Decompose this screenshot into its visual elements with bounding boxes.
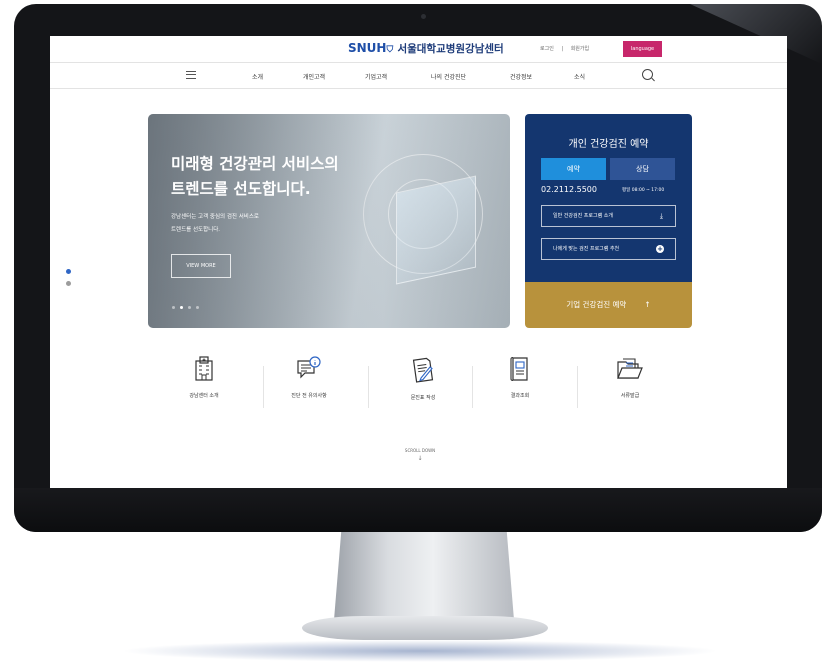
search-icon[interactable] bbox=[642, 69, 653, 80]
program-recommend-label: 나에게 맞는 검진 프로그램 추천 bbox=[553, 246, 620, 252]
quick-link-results[interactable]: 결과조회 bbox=[470, 356, 570, 399]
slider-dot[interactable] bbox=[172, 306, 175, 309]
program-recommend-button[interactable]: 나에게 맞는 검진 프로그램 추천 + bbox=[541, 238, 676, 260]
program-intro-button[interactable]: 일반 건강검진 프로그램 소개 ⤓ bbox=[541, 205, 676, 227]
arrow-down-icon: ↓ bbox=[417, 455, 423, 462]
quick-link-label: 진단 전 유의사항 bbox=[291, 393, 327, 399]
camera-icon bbox=[421, 14, 426, 19]
monitor-shadow bbox=[120, 640, 720, 662]
slider-dot-active[interactable] bbox=[180, 306, 183, 309]
hero-subtitle: 강남센터는 고객 중심의 검진 서비스로 트렌드를 선도합니다. bbox=[171, 211, 259, 237]
monitor-mockup: SNUH⛉ 서울대학교병원강남센터 로그인 | 회원가입 language 소개… bbox=[0, 0, 824, 670]
section-pagination bbox=[66, 269, 71, 293]
nav-item-intro[interactable]: 소개 bbox=[252, 72, 263, 81]
site-topbar: SNUH⛉ 서울대학교병원강남센터 로그인 | 회원가입 language bbox=[50, 36, 787, 62]
document-pen-icon bbox=[412, 357, 434, 383]
login-link[interactable]: 로그인 bbox=[540, 46, 554, 52]
tab-reserve[interactable]: 예약 bbox=[541, 158, 606, 180]
monitor-chin bbox=[14, 488, 822, 532]
quick-link-center-intro[interactable]: 강남센터 소개 bbox=[154, 356, 254, 399]
signup-link[interactable]: 회원가입 bbox=[571, 46, 589, 52]
scroll-down-label: SCROLL DOWN bbox=[404, 448, 436, 453]
site-logo[interactable]: SNUH⛉ 서울대학교병원강남센터 bbox=[348, 41, 504, 56]
phone-number: 02.2112.5500 bbox=[541, 185, 597, 194]
folder-document-icon bbox=[617, 358, 643, 379]
corporate-reservation-label: 기업 건강검진 예약 bbox=[566, 300, 627, 309]
language-button[interactable]: language bbox=[623, 41, 662, 57]
monitor-stand-base bbox=[302, 616, 548, 640]
program-intro-label: 일반 건강검진 프로그램 소개 bbox=[553, 213, 613, 219]
building-icon bbox=[195, 356, 213, 381]
nav-item-health-info[interactable]: 건강정보 bbox=[510, 72, 532, 81]
tab-consult[interactable]: 상담 bbox=[610, 158, 675, 180]
quick-divider bbox=[368, 366, 369, 408]
quick-link-precautions[interactable]: 진단 전 유의사항 bbox=[259, 356, 359, 399]
hamburger-menu-icon[interactable] bbox=[186, 71, 196, 79]
hero-slider-dots bbox=[172, 294, 204, 313]
quick-link-label: 서류발급 bbox=[620, 393, 640, 399]
slider-dot[interactable] bbox=[188, 306, 191, 309]
arrow-up-icon: ↑ bbox=[644, 300, 651, 309]
corporate-reservation-button[interactable]: 기업 건강검진 예약 ↑ bbox=[525, 282, 692, 328]
nav-item-news[interactable]: 소식 bbox=[574, 72, 585, 81]
quick-link-questionnaire[interactable]: 문진표 작성 bbox=[373, 356, 473, 401]
quick-link-label: 결과조회 bbox=[510, 393, 530, 399]
result-scroll-icon bbox=[510, 356, 528, 382]
util-divider: | bbox=[561, 46, 564, 52]
logo-brand: SNUH bbox=[348, 41, 387, 55]
section-dot[interactable] bbox=[66, 281, 71, 286]
hero-subtitle-line: 트렌드를 선도합니다. bbox=[171, 227, 221, 233]
monitor-stand-neck bbox=[334, 532, 514, 620]
section-dot-active[interactable] bbox=[66, 269, 71, 274]
nav-item-my-checkup[interactable]: 나의 건강진단 bbox=[431, 72, 466, 81]
reservation-panel-top: 개인 건강검진 예약 예약 상담 02.2112.5500 평일 08:00 ~… bbox=[525, 114, 692, 282]
logo-text: 서울대학교병원강남센터 bbox=[397, 43, 504, 55]
plus-circle-icon: + bbox=[656, 245, 664, 253]
hero-title: 미래형 건강관리 서비스의 트렌드를 선도합니다. bbox=[171, 152, 339, 202]
reservation-panel: 개인 건강검진 예약 예약 상담 02.2112.5500 평일 08:00 ~… bbox=[525, 114, 692, 328]
quick-link-label: 문진표 작성 bbox=[410, 395, 436, 401]
nav-item-personal[interactable]: 개인고객 bbox=[303, 72, 325, 81]
scroll-down-indicator[interactable]: SCROLL DOWN ↓ bbox=[390, 448, 450, 462]
quick-divider bbox=[577, 366, 578, 408]
office-hours: 평일 08:00 ~ 17:00 bbox=[622, 188, 665, 193]
hero-banner: 미래형 건강관리 서비스의 트렌드를 선도합니다. 강남센터는 고객 중심의 검… bbox=[148, 114, 510, 328]
quick-link-documents[interactable]: 서류발급 bbox=[580, 356, 680, 399]
hero-title-line: 트렌드를 선도합니다. bbox=[171, 180, 311, 198]
download-icon: ⤓ bbox=[659, 212, 663, 220]
reservation-title: 개인 건강검진 예약 bbox=[568, 139, 649, 150]
slider-dot[interactable] bbox=[196, 306, 199, 309]
utility-links: 로그인 | 회원가입 bbox=[540, 45, 595, 52]
hero-title-line: 미래형 건강관리 서비스의 bbox=[171, 155, 339, 173]
hero-subtitle-line: 강남센터는 고객 중심의 검진 서비스로 bbox=[171, 214, 259, 220]
shield-logo-icon: ⛉ bbox=[386, 45, 394, 55]
website-screen: SNUH⛉ 서울대학교병원강남센터 로그인 | 회원가입 language 소개… bbox=[50, 36, 787, 488]
view-more-button[interactable]: VIEW MORE bbox=[171, 254, 231, 278]
info-chat-icon bbox=[297, 356, 321, 379]
main-nav: 소개 개인고객 기업고객 나의 건강진단 건강정보 소식 bbox=[50, 62, 787, 89]
nav-item-corporate[interactable]: 기업고객 bbox=[365, 72, 387, 81]
quick-link-label: 강남센터 소개 bbox=[189, 393, 219, 399]
